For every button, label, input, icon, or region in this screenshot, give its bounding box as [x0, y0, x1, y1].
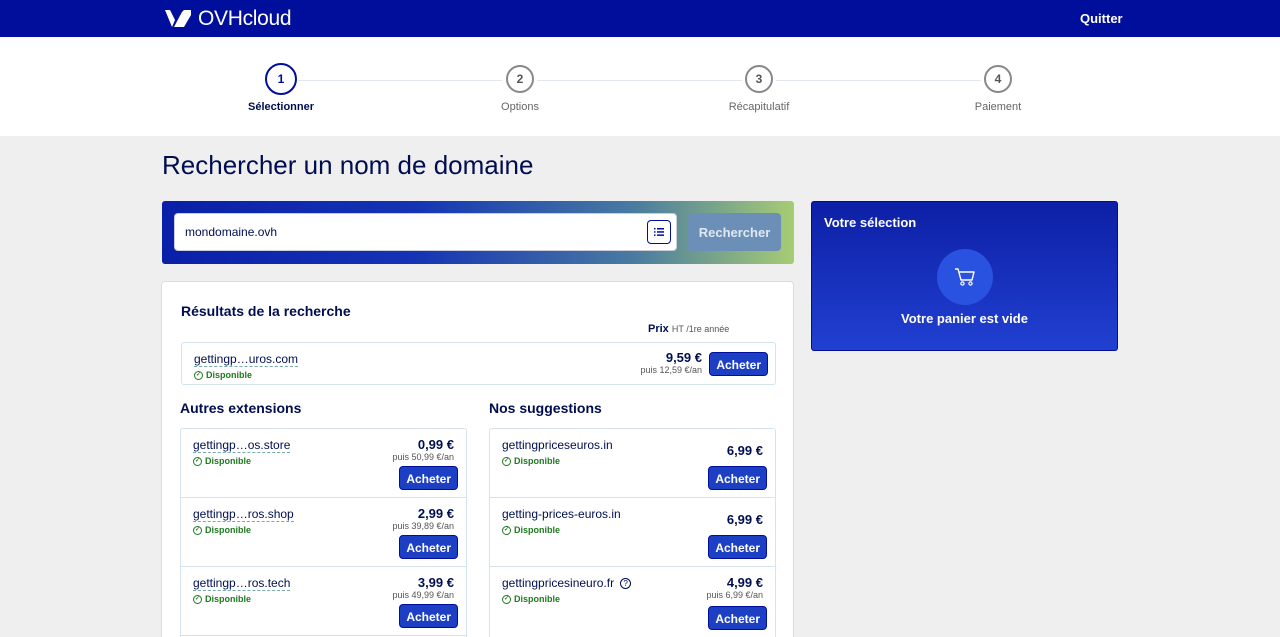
availability-status: ✓ Disponible [193, 456, 252, 466]
step-number: 1 [265, 63, 297, 95]
domain-name: gettingpriceseuros.in [502, 438, 613, 452]
availability-status: ✓ Disponible [502, 525, 561, 535]
search-button[interactable]: Rechercher [688, 213, 781, 251]
check-circle-icon: ✓ [502, 594, 511, 604]
step-summary: 3 Récapitulatif [699, 65, 819, 113]
help-icon[interactable]: ? [620, 578, 632, 589]
step-options: 2 Options [460, 65, 580, 113]
brand-name: OVHcloud [198, 7, 292, 30]
price: 9,59 € [665, 350, 702, 365]
price-header-note: HT /1re année [671, 324, 730, 334]
buy-button[interactable]: Acheter [708, 606, 767, 630]
buy-button[interactable]: Acheter [399, 604, 458, 628]
suggestions-title: Nos suggestions [489, 400, 602, 416]
results-panel: Résultats de la recherche Prix HT /1re a… [161, 281, 794, 637]
buy-button[interactable]: Acheter [399, 466, 458, 490]
suggestions-list: gettingpriceseuros.in ✓ Disponible 6,99 €… [489, 428, 776, 637]
price: 6,99 € [726, 512, 763, 527]
availability-status: ✓ Disponible [194, 370, 253, 380]
availability-status: ✓ Disponible [193, 525, 252, 535]
availability-status: ✓ Disponible [502, 456, 561, 466]
cart-panel: Votre sélection Votre panier est vide [811, 201, 1118, 351]
domain-search-input[interactable]: mondomaine.ovh [174, 213, 677, 251]
list-item: gettingp…os.store ✓ Disponible 0,99 € puis… [181, 429, 466, 498]
step-number: 2 [506, 65, 534, 93]
price: 4,99 € [726, 575, 763, 590]
price: 2,99 € [417, 506, 454, 521]
top-bar: OVHcloud Quitter [0, 0, 1280, 37]
domain-name: gettingpricesineuro.fr [502, 576, 615, 590]
step-number: 4 [984, 65, 1012, 93]
check-circle-icon: ✓ [193, 456, 202, 466]
renewal-price: puis 39,89 €/an [392, 521, 454, 531]
step-number: 3 [745, 65, 773, 93]
buy-button[interactable]: Acheter [399, 535, 458, 559]
renewal-price: puis 12,59 €/an [640, 365, 702, 375]
list-item: gettingp…ros.tech ✓ Disponible 3,99 € puis… [181, 567, 466, 636]
step-payment: 4 Paiement [938, 65, 1058, 113]
domain-name[interactable]: gettingp…ros.shop [193, 507, 294, 522]
price: 6,99 € [726, 443, 763, 458]
search-input-value[interactable]: mondomaine.ovh [185, 225, 277, 239]
cart-icon [937, 249, 993, 305]
main-result-row: gettingp…uros.com ✓ Disponible 9,59 € pui… [181, 342, 776, 385]
price: 3,99 € [417, 575, 454, 590]
ovh-logo-icon [165, 10, 191, 27]
ovhcloud-logo[interactable]: OVHcloud [162, 7, 292, 31]
domain-name[interactable]: gettingp…os.store [193, 438, 291, 453]
domain-name[interactable]: gettingp…ros.tech [193, 576, 291, 591]
availability-status: ✓ Disponible [502, 594, 561, 604]
other-extensions-list: gettingp…os.store ✓ Disponible 0,99 € puis… [180, 428, 467, 637]
quit-button[interactable]: Quitter [1080, 11, 1123, 26]
search-panel: mondomaine.ovh Rechercher [162, 201, 794, 264]
step-label: Paiement [974, 101, 1022, 113]
check-circle-icon: ✓ [194, 370, 203, 380]
step-select[interactable]: 1 Sélectionner [221, 63, 341, 113]
bulk-list-button[interactable] [647, 220, 671, 244]
domain-name[interactable]: gettingp…uros.com [194, 352, 299, 367]
cart-title: Votre sélection [824, 215, 917, 230]
list-icon [654, 228, 664, 236]
step-label: Récapitulatif [728, 101, 790, 113]
renewal-price: puis 50,99 €/an [392, 452, 454, 462]
results-title: Résultats de la recherche [181, 303, 351, 319]
checkout-stepper [0, 37, 1280, 136]
buy-button[interactable]: Acheter [708, 535, 767, 559]
domain-name: getting-prices-euros.in [502, 507, 621, 521]
price: 0,99 € [417, 437, 454, 452]
step-label: Options [501, 101, 539, 113]
check-circle-icon: ✓ [502, 456, 511, 466]
availability-status: ✓ Disponible [193, 594, 252, 604]
list-item: gettingpricesineuro.fr? ✓ Disponible 4,99… [490, 567, 775, 637]
price-header-label: Prix [648, 323, 669, 335]
price-header: Prix HT /1re année [648, 323, 729, 335]
other-extensions-title: Autres extensions [180, 400, 302, 416]
list-item: getting-prices-euros.in ✓ Disponible 6,99… [490, 498, 775, 567]
step-label: Sélectionner [247, 101, 315, 113]
page-title: Rechercher un nom de domaine [162, 150, 534, 180]
check-circle-icon: ✓ [193, 525, 202, 535]
renewal-price: puis 49,99 €/an [392, 590, 454, 600]
buy-button[interactable]: Acheter [708, 466, 767, 490]
buy-button[interactable]: Acheter [709, 352, 768, 376]
check-circle-icon: ✓ [502, 525, 511, 535]
list-item: gettingp…ros.shop ✓ Disponible 2,99 € puis… [181, 498, 466, 567]
renewal-price: puis 6,99 €/an [706, 590, 763, 600]
list-item: gettingpriceseuros.in ✓ Disponible 6,99 €… [490, 429, 775, 498]
check-circle-icon: ✓ [193, 594, 202, 604]
cart-empty-message: Votre panier est vide [901, 311, 1028, 326]
